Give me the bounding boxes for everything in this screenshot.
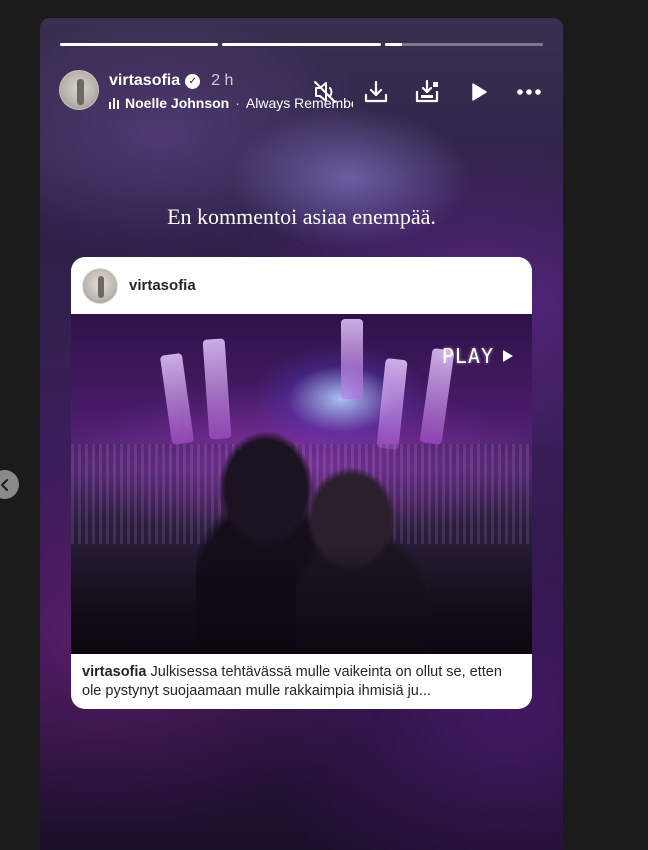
shared-post-image: PLAY [71,314,532,654]
play-triangle-icon [503,350,513,362]
shared-post-card[interactable]: virtasofia PLAY virtasofia Julkisessa te… [71,257,532,709]
muted-speaker-icon [314,81,336,103]
progress-segment [384,43,543,46]
story-header: virtasofia ✓ 2 h Noelle Johnson · Always… [59,70,543,112]
previous-story-button[interactable] [0,470,19,499]
audio-bars-icon [109,97,119,109]
timestamp: 2 h [211,72,234,89]
play-icon [472,83,487,101]
story-progress [60,43,543,46]
download-button[interactable] [362,78,390,106]
save-icon [415,79,439,103]
shared-post-header: virtasofia [71,257,532,314]
play-button[interactable] [464,78,492,106]
play-overlay-label: PLAY [441,344,494,368]
more-icon [517,89,541,95]
mute-button[interactable] [311,78,339,106]
save-button[interactable] [413,78,441,106]
more-options-button[interactable] [515,78,543,106]
shared-post-caption: virtasofia Julkisessa tehtävässä mulle v… [71,654,532,709]
caption-username: virtasofia [82,664,147,680]
username[interactable]: virtasofia [109,72,180,90]
verified-badge-icon: ✓ [185,73,201,89]
progress-segment [222,43,381,46]
story-actions [311,78,543,106]
music-separator: · [235,95,240,111]
music-artist: Noelle Johnson [125,95,230,111]
chevron-left-icon [0,478,8,491]
download-icon [364,80,388,103]
play-overlay: PLAY [442,344,514,368]
shared-post-username: virtasofia [129,277,196,294]
story-text-overlay: En kommentoi asiaa enempää. [167,204,436,229]
shared-post-avatar [82,267,118,304]
progress-segment [60,43,219,46]
story-viewer[interactable]: virtasofia ✓ 2 h Noelle Johnson · Always… [40,18,563,850]
avatar[interactable] [59,70,99,110]
